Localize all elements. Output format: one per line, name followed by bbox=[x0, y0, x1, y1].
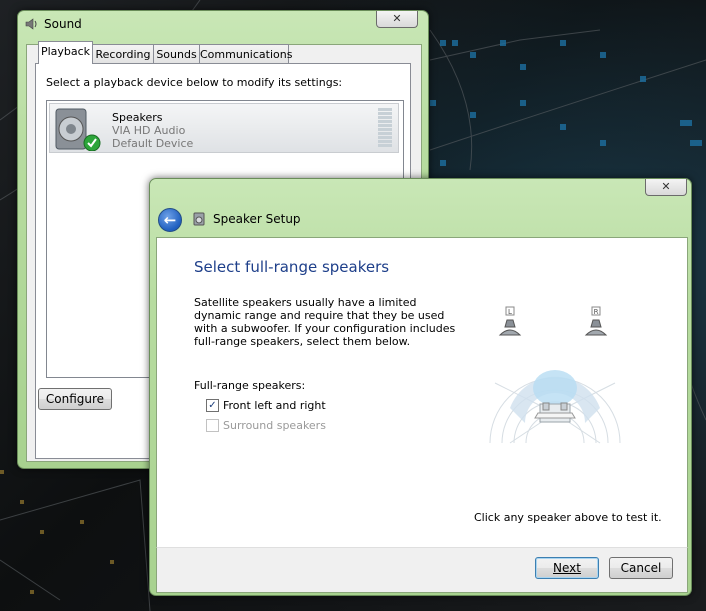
surround-option: Surround speakers bbox=[206, 418, 326, 433]
page-title: Select full-range speakers bbox=[194, 258, 390, 276]
speaker-device-icon bbox=[55, 108, 101, 151]
list-item[interactable]: Speakers VIA HD Audio Default Device bbox=[49, 103, 399, 153]
fullrange-label: Full-range speakers: bbox=[194, 379, 306, 392]
surround-label: Surround speakers bbox=[223, 419, 326, 432]
level-meter bbox=[378, 108, 392, 150]
right-speaker-label: R bbox=[594, 308, 599, 316]
window-title: Sound bbox=[44, 17, 82, 31]
left-speaker-icon[interactable] bbox=[504, 319, 516, 328]
speaker-setup-window: ✕ ← Speaker Setup Select full-range spea… bbox=[149, 178, 692, 596]
device-driver: VIA HD Audio bbox=[112, 124, 186, 137]
device-status: Default Device bbox=[112, 137, 194, 150]
close-button[interactable]: ✕ bbox=[376, 11, 418, 28]
front-left-right-checkbox[interactable]: ✓ bbox=[206, 398, 219, 412]
window-title: Speaker Setup bbox=[213, 212, 301, 226]
tab-playback[interactable]: Playback bbox=[38, 41, 93, 64]
speaker-icon bbox=[25, 18, 37, 30]
playback-instruction: Select a playback device below to modify… bbox=[46, 76, 343, 89]
back-button[interactable]: ← bbox=[158, 208, 182, 232]
test-hint: Click any speaker above to test it. bbox=[474, 511, 662, 524]
next-button[interactable]: Next bbox=[535, 557, 599, 579]
left-speaker-label: L bbox=[508, 308, 512, 316]
configure-button[interactable]: Configure bbox=[38, 388, 112, 410]
cancel-button[interactable]: Cancel bbox=[609, 557, 673, 579]
description: Satellite speakers usually have a limite… bbox=[194, 296, 456, 348]
front-left-right-option[interactable]: ✓ Front left and right bbox=[206, 398, 326, 413]
front-left-right-label: Front left and right bbox=[223, 399, 326, 412]
device-name: Speakers bbox=[112, 111, 163, 124]
speaker-icon bbox=[193, 212, 205, 226]
tab-recording[interactable]: Recording bbox=[92, 44, 154, 63]
tab-communications[interactable]: Communications bbox=[199, 44, 292, 63]
speaker-diagram: L R bbox=[489, 306, 621, 444]
setup-footer: Next Cancel bbox=[156, 547, 688, 593]
tab-sounds[interactable]: Sounds bbox=[153, 44, 200, 63]
surround-checkbox bbox=[206, 418, 219, 432]
right-speaker-icon[interactable] bbox=[590, 319, 602, 328]
close-button[interactable]: ✕ bbox=[645, 179, 687, 196]
setup-content: Select full-range speakers Satellite spe… bbox=[156, 237, 688, 548]
